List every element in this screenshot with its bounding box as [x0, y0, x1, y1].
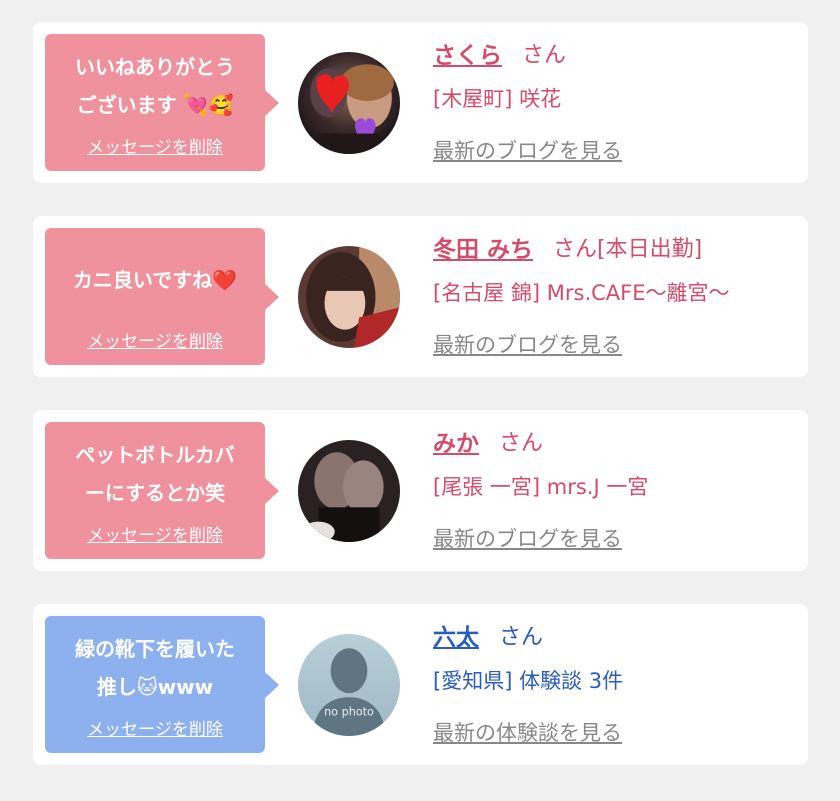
shop-label: 咲花 — [519, 87, 562, 111]
location-label: [名古屋 錦] — [433, 281, 541, 305]
user-info: 冬田 みち さん [本日出勤] [名古屋 錦] Mrs.CAFE～離宮～ 最新のブ… — [433, 226, 798, 362]
message-bubble: いいねありがとう ございます 💘🥰 メッセージを削除 — [45, 34, 279, 171]
honorific: さん — [553, 237, 598, 262]
message-bubble: カニ良いですね❤️ メッセージを削除 — [45, 228, 279, 365]
latest-blog-link[interactable]: 最新のブログを見る — [433, 326, 798, 362]
user-info: さくら さん [木屋町] 咲花 最新のブログを見る — [433, 32, 798, 168]
message-card: いいねありがとう ございます 💘🥰 メッセージを削除 さくら さん [木屋町] … — [33, 22, 808, 183]
message-bubble: ペットボトルカバ ーにするとか笑 メッセージを削除 — [45, 422, 279, 559]
latest-blog-link[interactable]: 最新のブログを見る — [433, 132, 798, 168]
delete-message-link[interactable]: メッセージを削除 — [45, 327, 265, 352]
latest-review-link[interactable]: 最新の体験談を見る — [433, 714, 798, 750]
message-card: 緑の靴下を履いた 推し🐱www メッセージを削除 no photo 六太 さん — [33, 604, 808, 765]
latest-blog-link[interactable]: 最新のブログを見る — [433, 520, 798, 556]
user-name-link[interactable]: 冬田 みち — [433, 230, 533, 264]
honorific: さん — [499, 625, 544, 650]
user-info: 六太 さん [愛知県] 体験談 3件 最新の体験談を見る — [433, 614, 798, 750]
svg-text:no photo: no photo — [324, 706, 374, 719]
delete-message-link[interactable]: メッセージを削除 — [45, 133, 265, 158]
user-name-link[interactable]: みか — [433, 424, 479, 458]
avatar[interactable] — [298, 440, 400, 542]
message-text: ペットボトルカバ ーにするとか笑 — [75, 443, 235, 505]
avatar[interactable] — [298, 246, 400, 348]
message-text: 緑の靴下を履いた 推し🐱www — [75, 637, 235, 699]
avatar-photo-icon — [298, 246, 400, 348]
location-label: [愛知県] — [433, 669, 513, 693]
heart-icon: ❤️ — [212, 268, 238, 292]
message-bubble: 緑の靴下を履いた 推し🐱www メッセージを削除 — [45, 616, 279, 753]
location-label: [尾張 一宮] — [433, 475, 541, 499]
status-badge: [本日出勤] — [597, 237, 703, 262]
review-count-label: 体験談 3件 — [519, 669, 624, 693]
honorific: さん — [499, 431, 544, 456]
user-info: みか さん [尾張 一宮] mrs.J 一宮 最新のブログを見る — [433, 420, 798, 556]
location-label: [木屋町] — [433, 87, 513, 111]
no-photo-silhouette-icon: no photo — [298, 634, 400, 736]
delete-message-link[interactable]: メッセージを削除 — [45, 715, 265, 740]
user-name-link[interactable]: 六太 — [433, 618, 479, 652]
avatar[interactable] — [298, 52, 400, 154]
message-text: カニ良いですね❤️ — [72, 268, 238, 292]
avatar[interactable]: no photo — [298, 634, 400, 736]
avatar-photo-icon — [298, 52, 400, 154]
emoji-icon: 💘🥰 — [183, 93, 234, 117]
user-name-link[interactable]: さくら — [433, 36, 502, 70]
shop-label: Mrs.CAFE～離宮～ — [546, 281, 730, 305]
avatar-photo-icon — [298, 440, 400, 542]
cat-icon: 🐱 — [136, 675, 158, 699]
shop-label: mrs.J 一宮 — [546, 475, 649, 499]
message-card: ペットボトルカバ ーにするとか笑 メッセージを削除 みか さん [尾張 一宮] … — [33, 410, 808, 571]
honorific: さん — [522, 43, 567, 68]
message-card: カニ良いですね❤️ メッセージを削除 冬田 みち さん [本日出勤] [名古屋 錦… — [33, 216, 808, 377]
delete-message-link[interactable]: メッセージを削除 — [45, 521, 265, 546]
message-text: いいねありがとう ございます 💘🥰 — [75, 55, 235, 117]
